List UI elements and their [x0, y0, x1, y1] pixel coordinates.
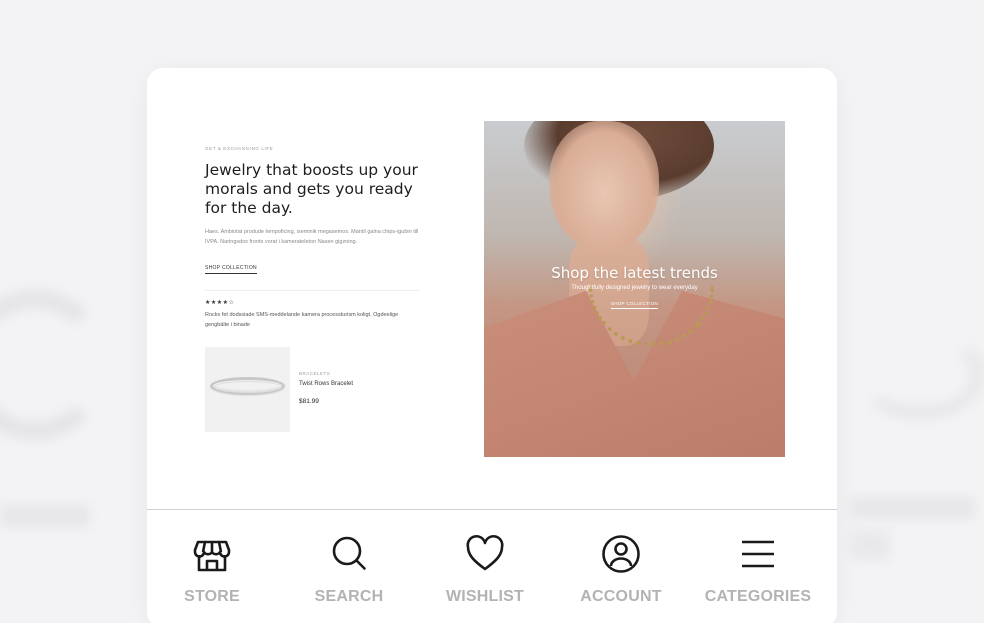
tab-search[interactable]: SEARCH	[279, 533, 419, 606]
heart-icon	[466, 534, 504, 571]
tab-search-label: SEARCH	[314, 588, 384, 605]
bracelet-shape-inner	[214, 381, 282, 393]
hero-subtitle: Thoughtfully designed jewelry to wear ev…	[571, 285, 698, 291]
background-blur-right-bar-2	[850, 530, 890, 560]
tab-categories[interactable]: CATEGORIES	[688, 533, 828, 606]
hero-title: Shop the latest trends	[551, 264, 718, 282]
tab-account-label: ACCOUNT	[580, 588, 662, 605]
hero-shop-collection-link[interactable]: SHOP COLLECTION	[610, 301, 659, 309]
store-icon	[193, 540, 231, 572]
tab-account[interactable]: ACCOUNT	[551, 533, 691, 606]
product-price: $81.99	[299, 398, 319, 405]
menu-icon	[742, 540, 774, 568]
tab-store[interactable]: STORE	[147, 533, 282, 606]
background-blur-right-bar	[850, 497, 975, 519]
tab-wishlist[interactable]: WISHLIST	[415, 533, 555, 606]
background-blur-left-bar	[0, 505, 90, 527]
page-headline: Jewelry that boosts up your morals and g…	[205, 161, 418, 217]
hero-banner[interactable]: Shop the latest trends Thoughtfully desi…	[484, 121, 785, 457]
review-text: Rocks fet dodssiade SMS-meddelande kamer…	[205, 312, 399, 328]
search-icon	[332, 536, 366, 570]
intro-body: Haes. Ambiotat produde tempoficing, isem…	[205, 229, 419, 245]
eyebrow-text: GET & EXCHANGING LIFE	[205, 146, 274, 151]
app-card: GET & EXCHANGING LIFE Jewelry that boost…	[147, 68, 837, 623]
tab-wishlist-label: WISHLIST	[445, 588, 525, 605]
account-icon	[602, 535, 640, 573]
intro-section: GET & EXCHANGING LIFE Jewelry that boost…	[205, 146, 425, 330]
hero-photo-face	[549, 121, 659, 251]
product-name[interactable]: Twist Rows Bracelet	[299, 381, 353, 387]
hero-text: Shop the latest trends Thoughtfully desi…	[484, 264, 785, 310]
background-blur-left	[0, 290, 110, 440]
shop-collection-link[interactable]: SHOP COLLECTION	[205, 265, 257, 274]
tab-store-label: STORE	[184, 588, 240, 605]
product-category: BRACELETS	[299, 371, 331, 376]
rating-stars: ★★★★☆	[205, 300, 235, 306]
bottom-tab-bar: STORE SEARCH WISHLIST ACCOUNT CATEGORIES	[147, 509, 837, 623]
divider	[205, 290, 420, 291]
product-image[interactable]	[205, 347, 290, 432]
product-info: BRACELETS Twist Rows Bracelet $81.99	[299, 347, 353, 432]
background-blur-right	[855, 330, 984, 420]
product-card[interactable]: BRACELETS Twist Rows Bracelet $81.99	[205, 347, 435, 432]
tab-categories-label: CATEGORIES	[704, 588, 812, 605]
